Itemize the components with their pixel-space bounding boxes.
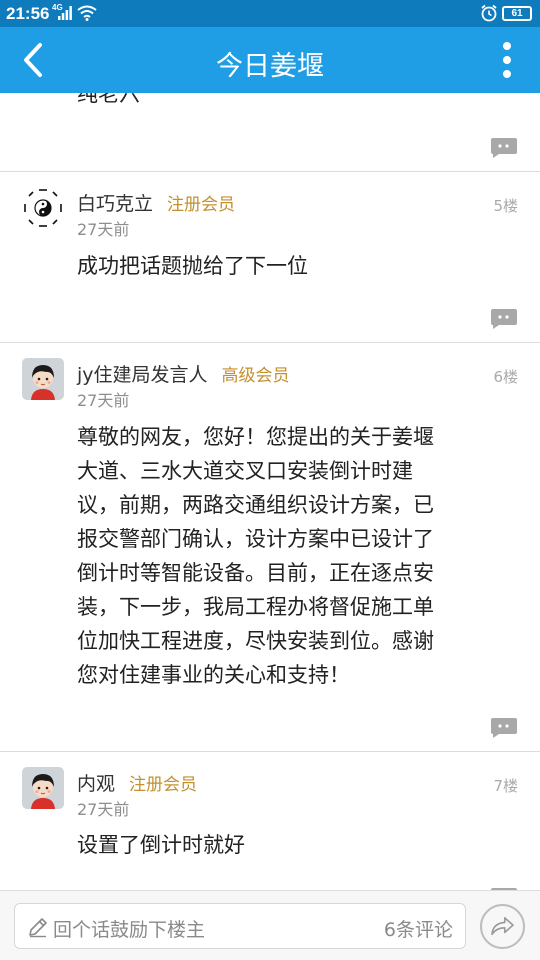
comment-text: 设置了倒计时就好 <box>77 833 245 857</box>
reply-input[interactable]: 回个话鼓励下楼主 6条评论 <box>14 903 466 949</box>
username-text[interactable]: jy住建局发言人 <box>77 364 208 386</box>
floor-number: 6楼 <box>493 368 518 386</box>
comment-list[interactable]: 纯老六 白巧克立 注册会员 27天前 5楼 成功把话题抛给了下一位 jy住建局发… <box>0 93 540 890</box>
avatar[interactable] <box>22 767 64 809</box>
comment-text: 纯老六 <box>77 93 140 106</box>
share-button[interactable] <box>480 904 525 949</box>
post-time: 27天前 <box>77 800 130 819</box>
comment-text: 尊敬的网友，您好！您提出的关于姜堰 大道、三水大道交叉口安装倒计时建 议，前期，… <box>77 420 487 692</box>
reply-icon[interactable] <box>490 717 518 739</box>
username[interactable]: jy住建局发言人 高级会员 <box>77 360 290 387</box>
avatar[interactable] <box>22 187 64 229</box>
comment-text-line: 议，前期，两路交通组织设计方案，已 <box>77 493 434 517</box>
reply-icon[interactable] <box>490 308 518 330</box>
username-text[interactable]: 内观 <box>77 773 115 795</box>
post-time: 27天前 <box>77 391 130 410</box>
comment-item: jy住建局发言人 高级会员 27天前 6楼 尊敬的网友，您好！您提出的关于姜堰 大… <box>0 343 540 752</box>
comment-text-line: 装，下一步，我局工程办将督促施工单 <box>77 595 434 619</box>
app-bar: 今日姜堰 <box>0 27 540 93</box>
pen-icon <box>29 918 47 938</box>
member-badge: 注册会员 <box>129 775 198 795</box>
comment-item: 白巧克立 注册会员 27天前 5楼 成功把话题抛给了下一位 <box>0 172 540 343</box>
page-title: 今日姜堰 <box>216 51 324 82</box>
reply-icon[interactable] <box>490 137 518 159</box>
comment-text-line: 大道、三水大道交叉口安装倒计时建 <box>77 459 413 483</box>
reply-placeholder[interactable]: 回个话鼓励下楼主 <box>53 915 205 942</box>
more-options-icon[interactable] <box>492 40 522 80</box>
member-badge: 高级会员 <box>221 366 290 386</box>
comment-count[interactable]: 6条评论 <box>384 915 453 942</box>
comment-text-line: 尊敬的网友，您好！您提出的关于姜堰 <box>77 425 434 449</box>
username[interactable]: 白巧克立 注册会员 <box>77 189 235 216</box>
signal-icon <box>58 6 72 20</box>
comment-item: 纯老六 <box>0 93 540 172</box>
reply-bar: 回个话鼓励下楼主 6条评论 <box>0 890 540 960</box>
battery-indicator: 61 <box>502 6 532 21</box>
comment-item: 内观 注册会员 27天前 7楼 设置了倒计时就好 <box>0 752 540 890</box>
status-bar: 21:56 4G 61 <box>0 0 540 27</box>
comment-text: 成功把话题抛给了下一位 <box>77 254 308 278</box>
username-text[interactable]: 白巧克立 <box>77 193 153 215</box>
status-time: 21:56 <box>6 4 50 23</box>
share-icon <box>491 917 514 936</box>
wifi-icon <box>77 5 97 21</box>
username[interactable]: 内观 注册会员 <box>77 769 197 796</box>
comment-text-line: 报交警部门确认，设计方案中已设计了 <box>77 527 434 551</box>
floor-number: 7楼 <box>493 777 518 795</box>
member-badge: 注册会员 <box>167 195 236 215</box>
avatar[interactable] <box>22 358 64 400</box>
alarm-icon <box>481 4 497 22</box>
comment-text-line: 倒计时等智能设备。目前，正在逐点安 <box>77 561 434 585</box>
comment-text-line: 您对住建事业的关心和支持！ <box>77 663 350 687</box>
floor-number: 5楼 <box>493 197 518 215</box>
comment-text-line: 位加快工程进度，尽快安装到位。感谢 <box>77 629 434 653</box>
post-time: 27天前 <box>77 220 130 239</box>
